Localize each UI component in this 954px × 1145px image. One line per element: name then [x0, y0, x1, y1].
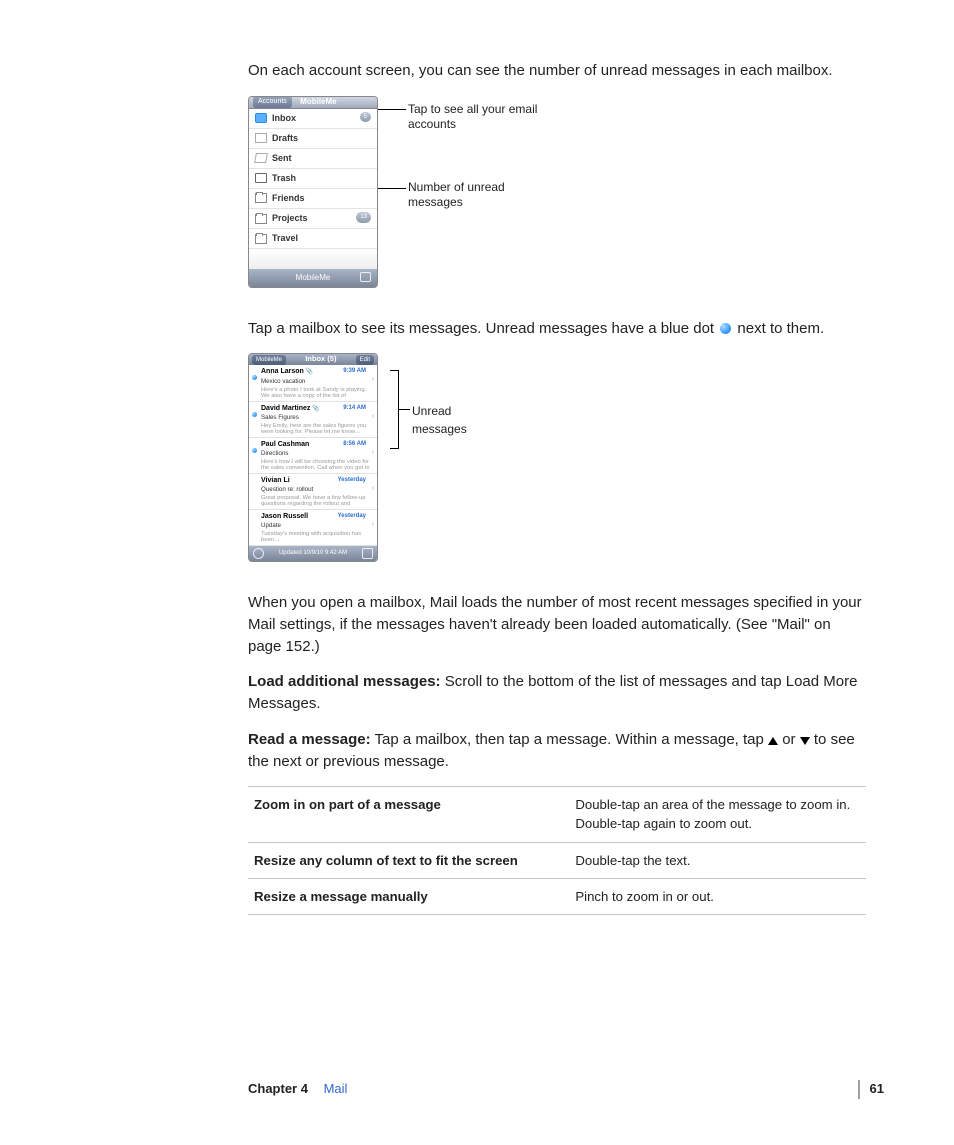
accounts-back-button: Accounts [253, 96, 292, 108]
message-row: › 9:14 AM David Martinez 📎 Sales Figures… [249, 402, 377, 438]
triangle-down-icon [800, 737, 810, 745]
inbox-footer: Updated 10/9/10 9:42 AM [249, 546, 377, 561]
inbox-icon [255, 113, 267, 123]
unread-dot-icon [252, 375, 257, 380]
table-row: Resize any column of text to fit the scr… [248, 842, 866, 878]
inbox-back-button: MobileMe [252, 355, 286, 366]
accounts-footer: MobileMe [249, 269, 377, 287]
unread-badge: 13 [356, 212, 371, 223]
mailbox-row-friends: Friends [249, 189, 377, 209]
triangle-up-icon [768, 737, 778, 745]
inbox-edit-button: Edit [356, 355, 374, 366]
mailbox-row-sent: Sent [249, 149, 377, 169]
chevron-right-icon: › [372, 520, 374, 530]
folder-icon [255, 193, 267, 203]
chevron-right-icon: › [372, 375, 374, 385]
compose-icon [362, 548, 373, 559]
compose-icon [360, 272, 371, 282]
blue-dot-icon [720, 323, 731, 334]
folder-icon [255, 214, 267, 224]
refresh-icon [253, 548, 264, 559]
inbox-mockup: MobileMe Inbox (5) Edit › 9:39 AM Anna L… [248, 353, 378, 562]
read-message-text: Read a message: Tap a mailbox, then tap … [248, 729, 866, 773]
gestures-table: Zoom in on part of a message Double-tap … [248, 786, 866, 915]
sent-icon [254, 153, 268, 163]
unread-badge: 5 [360, 112, 371, 123]
intro-text: On each account screen, you can see the … [248, 60, 866, 82]
mailbox-row-inbox: Inbox 5 [249, 109, 377, 129]
bluedot-text: Tap a mailbox to see its messages. Unrea… [248, 318, 866, 340]
message-row: › Yesterday Jason Russell Update Tuesday… [249, 510, 377, 546]
mailbox-row-drafts: Drafts [249, 129, 377, 149]
message-row: › Yesterday Vivian Li Question re: rollo… [249, 474, 377, 510]
callout-accounts: Tap to see all your email accounts [408, 102, 538, 133]
unread-dot-icon [252, 412, 257, 417]
unread-dot-icon [252, 448, 257, 453]
accounts-mockup: Accounts MobileMe Inbox 5 Drafts Sent [248, 96, 378, 288]
mailbox-row-projects: Projects 13 [249, 209, 377, 229]
attachment-icon: 📎 [312, 406, 319, 412]
footer-page-number: 61 [858, 1080, 884, 1099]
drafts-icon [255, 133, 267, 143]
inbox-title: Inbox (5) [305, 354, 336, 365]
message-row: › 8:56 AM Paul Cashman Directions Here's… [249, 438, 377, 474]
table-row: Resize a message manually Pinch to zoom … [248, 878, 866, 914]
trash-icon [255, 173, 267, 183]
callout-unread-count: Number of unread messages [408, 180, 538, 211]
table-row: Zoom in on part of a message Double-tap … [248, 787, 866, 842]
callout-unread-messages: Unread messages [412, 403, 467, 438]
mailbox-row-travel: Travel [249, 229, 377, 249]
footer-title: Mail [324, 1081, 348, 1096]
accounts-title: MobileMe [300, 96, 336, 108]
footer-chapter: Chapter 4 [248, 1081, 308, 1096]
attachment-icon: 📎 [306, 369, 313, 375]
chevron-right-icon: › [372, 412, 374, 422]
message-row: › 9:39 AM Anna Larson 📎 Mexico vacation … [249, 365, 377, 401]
load-more-text: Load additional messages: Scroll to the … [248, 671, 866, 715]
mailbox-row-trash: Trash [249, 169, 377, 189]
load-intro-text: When you open a mailbox, Mail loads the … [248, 592, 866, 657]
chevron-right-icon: › [372, 448, 374, 458]
folder-icon [255, 234, 267, 244]
chevron-right-icon: › [372, 484, 374, 494]
